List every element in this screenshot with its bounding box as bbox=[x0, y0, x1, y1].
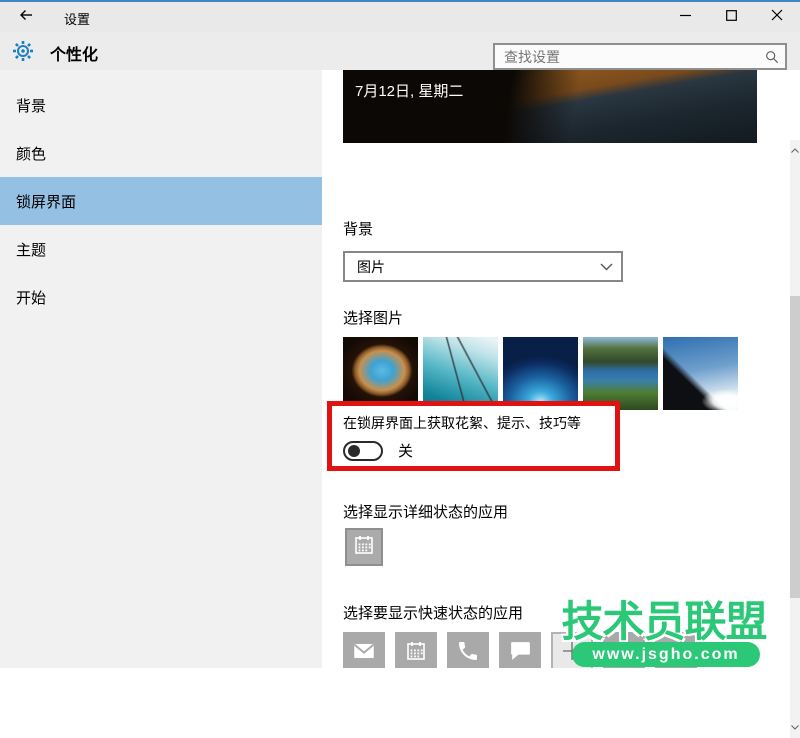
chevron-down-icon bbox=[591, 263, 621, 271]
detailed-status-app-calendar[interactable] bbox=[345, 528, 383, 566]
page-title: 个性化 bbox=[50, 41, 98, 65]
window-title: 设置 bbox=[64, 9, 90, 28]
thumbnail-ice-cave[interactable] bbox=[503, 337, 578, 410]
sidebar-item-label: 背景 bbox=[16, 95, 46, 116]
maximize-icon bbox=[726, 8, 737, 26]
sidebar: 背景 颜色 锁屏界面 主题 开始 bbox=[0, 70, 322, 668]
mail-icon bbox=[351, 638, 377, 669]
sidebar-item-label: 主题 bbox=[16, 239, 46, 260]
lockscreen-preview-image: 7月12日, 星期二 bbox=[343, 70, 757, 143]
sidebar-item-label: 锁屏界面 bbox=[16, 191, 76, 212]
fun-facts-toggle-row: 关 bbox=[343, 440, 615, 461]
sidebar-item-label: 开始 bbox=[16, 287, 46, 308]
sidebar-item-themes[interactable]: 主题 bbox=[0, 225, 322, 273]
choose-picture-label: 选择图片 bbox=[343, 307, 403, 328]
sidebar-item-label: 颜色 bbox=[16, 143, 46, 164]
app-header: 个性化 bbox=[0, 32, 800, 70]
quick-status-app-calendar[interactable] bbox=[395, 632, 437, 668]
picture-thumbnails bbox=[343, 337, 738, 410]
message-bubble-icon bbox=[508, 638, 533, 668]
detailed-status-label: 选择显示详细状态的应用 bbox=[343, 501, 508, 522]
toggle-state-label: 关 bbox=[398, 440, 413, 461]
settings-gear-icon bbox=[11, 39, 35, 68]
scroll-down-icon[interactable] bbox=[790, 725, 800, 730]
toggle-knob bbox=[348, 445, 360, 457]
fun-facts-toggle[interactable] bbox=[343, 441, 383, 461]
quick-status-app-mail[interactable] bbox=[343, 632, 385, 668]
quick-status-app-messaging[interactable] bbox=[499, 632, 541, 668]
minimize-button[interactable] bbox=[662, 2, 708, 32]
sidebar-item-start[interactable]: 开始 bbox=[0, 273, 322, 321]
sidebar-item-lockscreen[interactable]: 锁屏界面 bbox=[0, 177, 322, 225]
search-box bbox=[493, 43, 787, 70]
lockscreen-settings-panel: 7月12日, 星期二 背景 图片 选择图片 浏览 在锁屏界面上获取花絮、提示、技… bbox=[322, 70, 790, 668]
phone-icon bbox=[456, 639, 480, 668]
thumbnail-ridge-clouds[interactable] bbox=[663, 337, 738, 410]
thumbnail-beach-cave[interactable] bbox=[343, 337, 418, 410]
calendar-icon bbox=[352, 533, 376, 562]
back-button[interactable] bbox=[12, 4, 40, 30]
vertical-scrollbar[interactable] bbox=[790, 140, 800, 738]
background-section-label: 背景 bbox=[343, 218, 373, 239]
thumbnail-aerial-sea[interactable] bbox=[423, 337, 498, 410]
window-controls bbox=[662, 2, 800, 32]
close-icon bbox=[771, 8, 783, 26]
thumbnail-mountain-lake[interactable] bbox=[583, 337, 658, 410]
preview-date-text: 7月12日, 星期二 bbox=[355, 80, 463, 101]
scroll-up-icon[interactable] bbox=[790, 148, 800, 153]
main-area: 背景 颜色 锁屏界面 主题 开始 7月12日, 星期二 背景 图片 选择图片 浏… bbox=[0, 70, 800, 668]
titlebar: 设置 bbox=[0, 2, 800, 32]
back-arrow-icon bbox=[18, 7, 34, 28]
quick-status-app-phone[interactable] bbox=[447, 632, 489, 668]
red-annotation-box: 在锁屏界面上获取花絮、提示、技巧等 关 bbox=[327, 401, 620, 471]
fun-facts-label: 在锁屏界面上获取花絮、提示、技巧等 bbox=[343, 413, 615, 433]
sidebar-item-colors[interactable]: 颜色 bbox=[0, 129, 322, 177]
calendar-icon bbox=[404, 639, 428, 668]
search-icon[interactable] bbox=[759, 50, 785, 64]
maximize-button[interactable] bbox=[708, 2, 754, 32]
watermark-title: 技术员联盟 bbox=[556, 588, 772, 649]
close-button[interactable] bbox=[754, 2, 800, 32]
scrollbar-thumb[interactable] bbox=[790, 296, 800, 598]
sidebar-item-background[interactable]: 背景 bbox=[0, 81, 322, 129]
quick-status-label: 选择要显示快速状态的应用 bbox=[343, 602, 523, 623]
background-type-dropdown[interactable]: 图片 bbox=[343, 251, 623, 282]
minimize-icon bbox=[680, 8, 691, 26]
search-input[interactable] bbox=[495, 49, 759, 65]
dropdown-selected-value: 图片 bbox=[345, 257, 591, 277]
watermark-url: www.jsgho.com bbox=[572, 642, 760, 667]
